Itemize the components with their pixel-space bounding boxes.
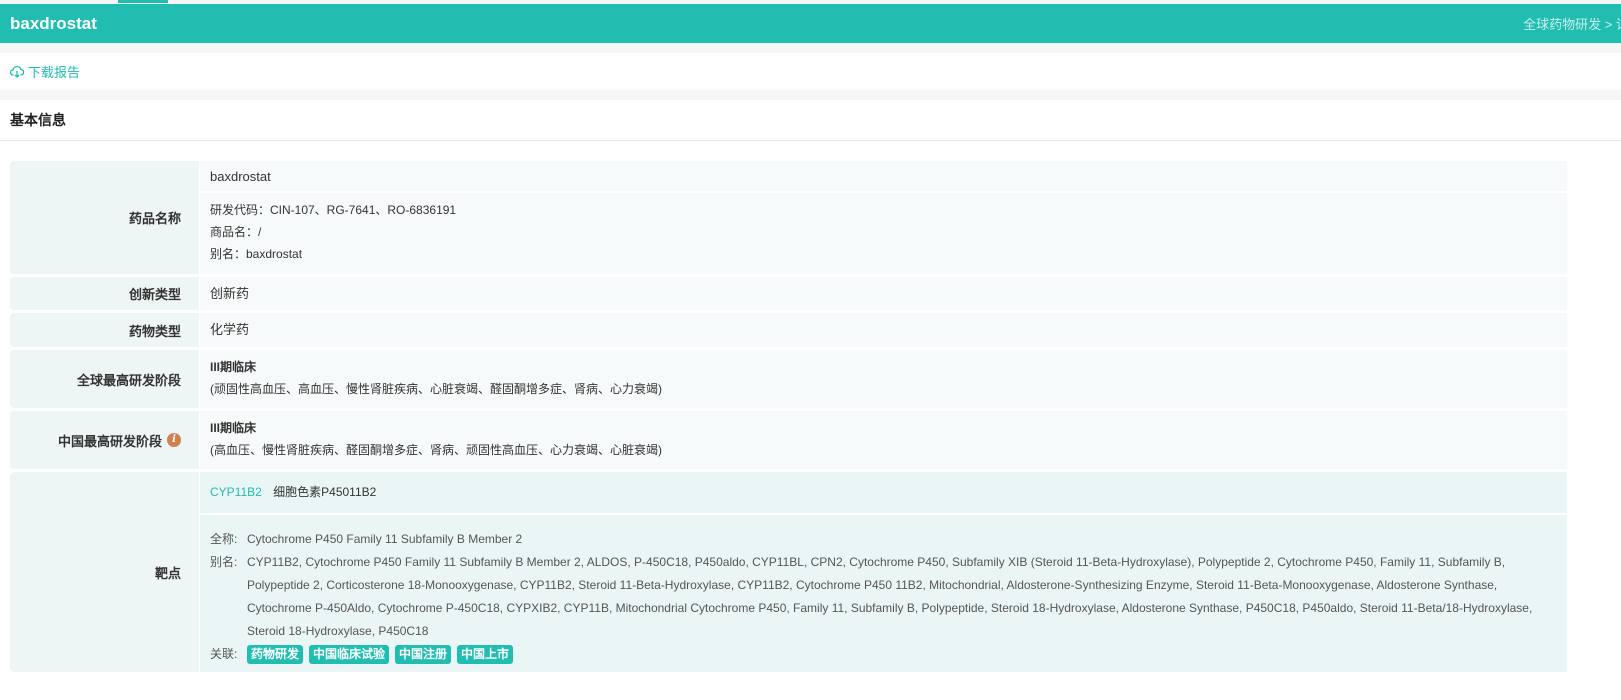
indications: (顽固性高血压、高血压、慢性肾脏疾病、心脏衰竭、醛固酮增多症、肾病、心力衰竭) [210, 382, 662, 396]
alias-name: 别名：baxdrostat [210, 247, 303, 261]
related-key: 关联: [210, 647, 238, 661]
tag-china-registration[interactable]: 中国注册 [395, 645, 452, 664]
target-aliases: CYP11B2, Cytochrome P450 Family 11 Subfa… [247, 555, 1533, 638]
target-details: 全称: Cytochrome P450 Family 11 Subfamily B… [200, 515, 1567, 674]
section-title: 基本信息 [0, 100, 1621, 141]
row-label: 中国最高研发阶段 [57, 433, 162, 449]
row-target: 靶点 CYP11B2 细胞色素P45011B2 全称: Cytochrome P4… [10, 472, 1567, 672]
page-title: baxdrostat [10, 13, 97, 33]
row-value: 化学药 [200, 313, 1567, 347]
row-china-phase: 中国最高研发阶段 i III期临床 (高血压、慢性肾脏疾病、醛固酮增多症、肾病、… [10, 411, 1567, 469]
target-fullname: Cytochrome P450 Family 11 Subfamily B Me… [247, 532, 523, 546]
row-value: 创新药 [200, 277, 1567, 310]
phase: III期临床 [210, 360, 257, 374]
page-header: baxdrostat 全球药物研发 > 详 [0, 4, 1621, 43]
breadcrumb[interactable]: 全球药物研发 > 详 [1523, 14, 1621, 33]
tag-china-clinical-trial[interactable]: 中国临床试验 [309, 645, 390, 664]
basic-info-panel: 基本信息 药品名称 baxdrostat 研发代码：CIN-107、RG-764… [0, 100, 1621, 700]
row-innovation-type: 创新类型 创新药 [10, 277, 1567, 310]
row-label: 药物类型 [10, 313, 199, 347]
target-symbol-link[interactable]: CYP11B2 [210, 485, 262, 499]
row-value: CYP11B2 细胞色素P45011B2 全称: Cytochrome P450 … [200, 472, 1567, 672]
row-label: 全球最高研发阶段 [10, 350, 199, 408]
target-cn-name: 细胞色素P45011B2 [273, 485, 377, 499]
indications: (高血压、慢性肾脏疾病、醛固酮增多症、肾病、顽固性高血压、心力衰竭、心脏衰竭) [210, 443, 662, 457]
fullname-key: 全称: [210, 532, 238, 546]
row-drug-type: 药物类型 化学药 [10, 313, 1567, 347]
row-label: 靶点 [10, 472, 199, 672]
drug-code: 研发代码：CIN-107、RG-7641、RO-6836191 [210, 203, 457, 217]
row-label: 创新类型 [10, 277, 199, 310]
download-report-label: 下载报告 [28, 65, 81, 80]
row-drug-name: 药品名称 baxdrostat 研发代码：CIN-107、RG-7641、RO-… [10, 161, 1567, 274]
trade-name: 商品名：/ [210, 225, 262, 239]
row-label-wrap: 中国最高研发阶段 i [10, 411, 199, 469]
cloud-download-icon [10, 65, 24, 78]
row-global-phase: 全球最高研发阶段 III期临床 (顽固性高血压、高血压、慢性肾脏疾病、心脏衰竭、… [10, 350, 1567, 408]
phase: III期临床 [210, 421, 257, 435]
row-value: baxdrostat 研发代码：CIN-107、RG-7641、RO-68361… [200, 161, 1567, 274]
tag-drug-rd[interactable]: 药物研发 [247, 645, 304, 664]
row-label: 药品名称 [10, 161, 199, 274]
row-value: III期临床 (高血压、慢性肾脏疾病、醛固酮增多症、肾病、顽固性高血压、心力衰竭… [200, 411, 1567, 469]
toolbar: 下载报告 [0, 53, 1621, 90]
alias-key: 别名: [210, 555, 238, 569]
drug-main-name: baxdrostat [200, 161, 1567, 193]
top-tab-indicator [118, 0, 168, 3]
info-icon[interactable]: i [167, 433, 181, 447]
row-value: III期临床 (顽固性高血压、高血压、慢性肾脏疾病、心脏衰竭、醛固酮增多症、肾病… [200, 350, 1567, 408]
tag-china-market[interactable]: 中国上市 [457, 645, 514, 664]
info-table: 药品名称 baxdrostat 研发代码：CIN-107、RG-7641、RO-… [10, 161, 1567, 675]
download-report-button[interactable]: 下载报告 [10, 62, 80, 81]
target-header: CYP11B2 细胞色素P45011B2 [200, 472, 1567, 515]
